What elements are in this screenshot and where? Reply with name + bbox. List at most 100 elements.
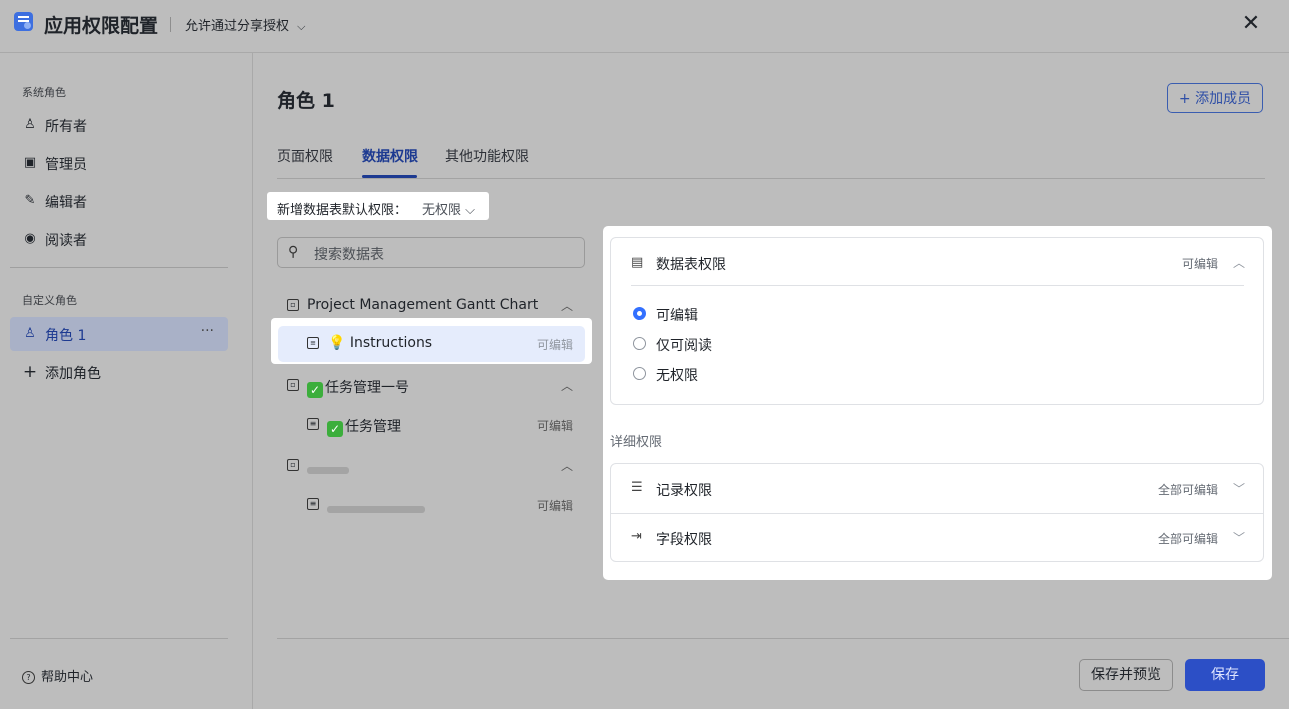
custom-roles-label: 自定义角色 <box>22 294 77 307</box>
base-icon: ▫ <box>287 379 299 391</box>
blurred-table-label <box>327 501 425 517</box>
tree-table-item[interactable]: ≡ ✓ 任务管理 可编辑 <box>277 407 585 443</box>
sidebar-item-reader[interactable]: ◉ 阅读者 <box>10 222 228 256</box>
role-title: 角色 1 <box>277 90 335 112</box>
sidebar-item-admin[interactable]: ▣ 管理员 <box>10 146 228 180</box>
more-icon[interactable]: ··· <box>201 323 214 339</box>
add-role-label: 添加角色 <box>45 366 101 382</box>
sidebar-item-label: 管理员 <box>45 157 87 173</box>
app-permission-icon <box>14 12 33 31</box>
permission-tabs: 页面权限 数据权限 其他功能权限 <box>277 145 1265 179</box>
system-roles-label: 系统角色 <box>22 86 66 99</box>
default-permission-selector[interactable]: 新增数据表默认权限： 无权限 ⌵ <box>267 192 489 220</box>
sidebar-item-label: 角色 1 <box>45 328 87 344</box>
tab-data-permission[interactable]: 数据权限 <box>362 146 418 166</box>
active-tab-indicator <box>362 175 417 178</box>
save-button[interactable]: 保存 <box>1185 659 1265 691</box>
record-permission-value: 全部可编辑 <box>1157 483 1218 497</box>
radio-unchecked-icon <box>633 367 646 380</box>
tree-table-item[interactable]: ≡ 可编辑 <box>277 487 585 523</box>
check-icon: ✓ <box>307 382 323 398</box>
sidebar-item-editor[interactable]: ✎ 编辑者 <box>10 184 228 218</box>
chevron-up-icon[interactable]: ︿ <box>561 457 573 474</box>
close-icon[interactable]: ✕ <box>1240 13 1262 35</box>
table-icon: ▤ <box>631 255 644 270</box>
table-label: 任务管理 <box>345 419 401 435</box>
table-icon: ≡ <box>307 337 319 349</box>
card-divider <box>631 285 1244 286</box>
sidebar-item-label: 阅读者 <box>45 233 87 249</box>
detail-permission-card: ☰ 记录权限 全部可编辑 ﹀ ⇥ 字段权限 全部可编辑 ﹀ <box>610 463 1264 562</box>
sidebar-item-label: 编辑者 <box>45 195 87 211</box>
header-divider <box>170 17 171 32</box>
search-icon: ⚲ <box>288 244 299 260</box>
tab-other-permission[interactable]: 其他功能权限 <box>445 146 529 166</box>
chevron-up-icon[interactable]: ︿ <box>561 377 573 394</box>
edit-icon: ✎ <box>24 193 36 208</box>
sidebar-item-owner[interactable]: ♙ 所有者 <box>10 108 228 142</box>
add-role-button[interactable]: + 添加角色 <box>10 355 228 389</box>
table-icon: ≡ <box>307 418 319 430</box>
base-label-wrap: ✓ 任务管理一号 <box>307 377 409 398</box>
check-icon: ✓ <box>327 421 343 437</box>
share-authorization-dropdown[interactable]: 允许通过分享授权 ⌵ <box>185 15 306 34</box>
default-permission-label: 新增数据表默认权限： <box>277 203 408 218</box>
search-placeholder: 搜索数据表 <box>314 247 384 263</box>
field-permission-value: 全部可编辑 <box>1157 532 1218 546</box>
table-permission-title: 数据表权限 <box>656 257 726 273</box>
field-permission-row[interactable]: ⇥ 字段权限 全部可编辑 ﹀ <box>611 514 1263 562</box>
save-and-preview-button[interactable]: 保存并预览 <box>1079 659 1173 691</box>
chevron-up-icon[interactable]: ︿ <box>561 297 573 314</box>
plus-icon: + <box>22 362 38 382</box>
tree-table-item-instructions[interactable]: ≡ 💡 Instructions 可编辑 <box>278 326 585 362</box>
field-icon: ⇥ <box>631 529 642 544</box>
table-permission: 可编辑 <box>536 419 573 433</box>
add-member-button[interactable]: + 添加成员 <box>1167 83 1263 113</box>
chevron-down-icon[interactable]: ﹀ <box>1233 529 1245 546</box>
table-permission-value: 可编辑 <box>1181 257 1218 271</box>
table-permission-card: ▤ 数据表权限 可编辑 ︿ 可编辑 仅可阅读 无权限 <box>610 237 1264 405</box>
base-label: Project Management Gantt Chart <box>307 297 539 313</box>
footer-divider <box>277 638 1289 639</box>
sidebar-item-role-1[interactable]: ♙ 角色 1 ··· <box>10 317 228 351</box>
chevron-down-icon[interactable]: ﹀ <box>1233 480 1245 497</box>
user-icon: ♙ <box>24 326 36 341</box>
eye-icon: ◉ <box>24 231 36 246</box>
sidebar-item-label: 所有者 <box>45 119 87 135</box>
dialog-header: 应用权限配置 允许通过分享授权 ⌵ ✕ <box>0 0 1289 53</box>
dialog-title: 应用权限配置 <box>44 15 159 37</box>
help-center-label: 帮助中心 <box>41 670 94 685</box>
record-permission-row[interactable]: ☰ 记录权限 全部可编辑 ﹀ <box>611 464 1263 513</box>
chevron-up-icon[interactable]: ︿ <box>1233 254 1245 271</box>
sidebar-footer-divider <box>10 638 228 639</box>
base-icon: ▫ <box>287 299 299 311</box>
tab-page-permission[interactable]: 页面权限 <box>277 146 333 166</box>
permission-detail-panel: ▤ 数据表权限 可编辑 ︿ 可编辑 仅可阅读 无权限 详细权限 ☰ 记录权限 全… <box>603 226 1272 580</box>
chevron-down-icon: ⌵ <box>297 20 306 33</box>
table-permission: 可编辑 <box>536 499 573 513</box>
sidebar-divider <box>10 267 228 268</box>
tree-base-item[interactable]: ▫ ✓ 任务管理一号 ︿ <box>277 368 585 404</box>
radio-unchecked-icon <box>633 337 646 350</box>
radio-checked-icon <box>633 307 646 320</box>
default-permission-value[interactable]: 无权限 ⌵ <box>422 199 475 218</box>
table-permission: 可编辑 <box>536 338 573 352</box>
record-permission-title: 记录权限 <box>656 483 712 499</box>
radio-label: 可编辑 <box>656 308 698 324</box>
field-permission-title: 字段权限 <box>656 532 712 548</box>
table-search-input[interactable]: ⚲ 搜索数据表 <box>277 237 585 268</box>
help-center-link[interactable]: ? 帮助中心 <box>22 666 93 685</box>
help-icon: ? <box>22 671 35 684</box>
selected-table-highlight: ≡ 💡 Instructions 可编辑 <box>271 318 592 364</box>
radio-label: 仅可阅读 <box>656 338 712 354</box>
radio-label: 无权限 <box>656 368 698 384</box>
tree-base-item[interactable]: ▫ ︿ <box>277 448 585 484</box>
share-option-label: 允许通过分享授权 <box>185 19 290 34</box>
users-icon: ♙ <box>24 117 36 132</box>
admin-icon: ▣ <box>23 155 37 170</box>
table-icon: ≡ <box>307 498 319 510</box>
role-sidebar: 系统角色 ♙ 所有者 ▣ 管理员 ✎ 编辑者 ◉ 阅读者 自定义角色 ♙ 角色 … <box>0 53 253 709</box>
table-label: 💡 Instructions <box>328 335 433 351</box>
list-icon: ☰ <box>631 480 643 495</box>
detail-permission-label: 详细权限 <box>610 435 663 450</box>
